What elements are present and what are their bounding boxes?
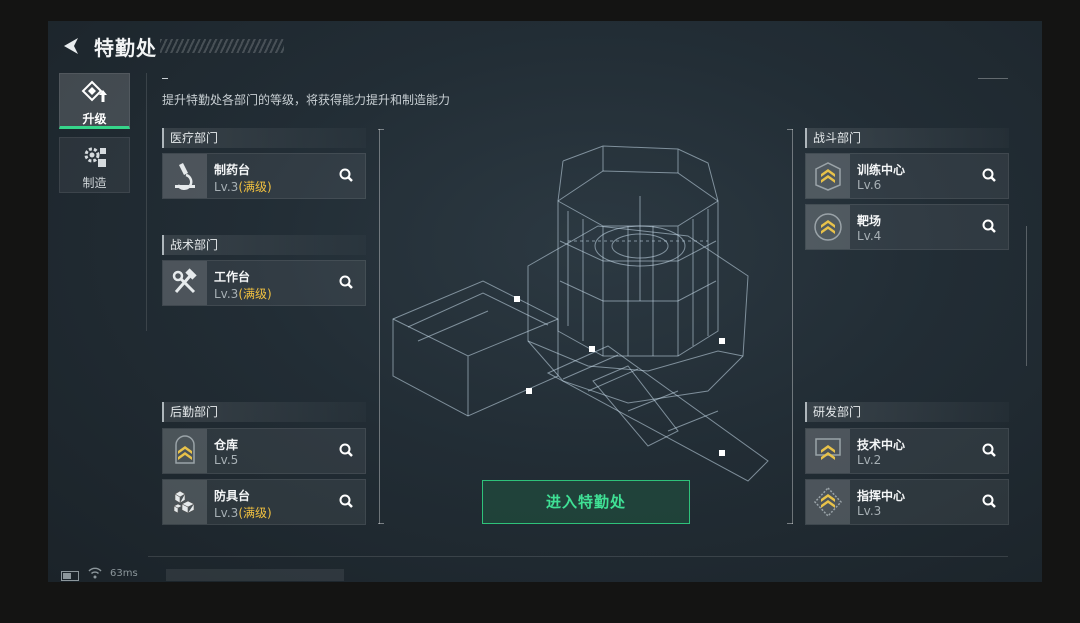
maxed-tag: (满级) <box>238 287 272 301</box>
facility-thumb <box>163 261 207 305</box>
search-icon[interactable] <box>980 492 1000 512</box>
nav-divider <box>146 73 147 331</box>
facility-wireframe-model <box>392 145 769 482</box>
facility-name: 仓库 <box>214 438 239 452</box>
chevron-rank-icon <box>814 213 842 241</box>
dept-header-research: 研发部门 <box>805 402 1009 422</box>
tab-upgrade[interactable]: 升级 <box>59 73 130 129</box>
game-screen: 特勤处 升级 制造 提升特勤处各部门的等级，将获得能力提升和制造能力 医疗部门 <box>48 21 1042 582</box>
search-icon[interactable] <box>980 166 1000 186</box>
search-icon[interactable] <box>337 166 357 186</box>
facility-thumb <box>806 429 850 473</box>
facility-thumb <box>806 480 850 524</box>
battery-icon <box>61 571 79 581</box>
page-title: 特勤处 <box>94 36 157 60</box>
level-value: Lv.4 <box>857 229 882 243</box>
hud-tick <box>787 523 793 524</box>
facility-level: Lv.6 <box>857 178 881 192</box>
facility-name: 防具台 <box>214 489 251 503</box>
facility-card-training-center[interactable]: 训练中心 Lv.6 <box>805 153 1009 199</box>
facility-card-warehouse[interactable]: 仓库 Lv.5 <box>162 428 366 474</box>
hud-tick <box>787 129 793 130</box>
level-value: Lv.5 <box>214 453 239 467</box>
cubes-icon <box>173 490 195 514</box>
facility-level: Lv.3(满级) <box>214 285 272 302</box>
microscope-icon <box>175 163 195 190</box>
level-value: Lv.3 <box>214 180 239 194</box>
facility-level: Lv.2 <box>857 453 881 467</box>
dept-header-medical: 医疗部门 <box>162 128 366 148</box>
gears-icon <box>84 147 106 167</box>
description-dash <box>162 78 168 79</box>
facility-card-shooting-range[interactable]: 靶场 Lv.4 <box>805 204 1009 250</box>
chevron-rank-icon <box>815 162 841 191</box>
facility-thumb <box>806 154 850 198</box>
facility-level: Lv.3(满级) <box>214 504 272 521</box>
level-value: Lv.3 <box>214 287 239 301</box>
status-bar-strip <box>166 569 344 581</box>
facility-name: 指挥中心 <box>857 489 906 503</box>
facility-thumb <box>163 154 207 198</box>
search-icon[interactable] <box>337 492 357 512</box>
level-value: Lv.3 <box>857 504 882 518</box>
facility-level: Lv.3 <box>857 504 881 518</box>
hud-bracket-right <box>792 129 793 524</box>
search-icon[interactable] <box>337 441 357 461</box>
facility-card-command-center[interactable]: 指挥中心 Lv.3 <box>805 479 1009 525</box>
level-value: Lv.2 <box>857 453 882 467</box>
facility-name: 工作台 <box>214 270 251 284</box>
maxed-tag: (满级) <box>238 506 272 520</box>
back-arrow-icon[interactable] <box>60 35 82 57</box>
hammer-wrench-icon <box>172 268 197 294</box>
hud-tick <box>378 129 384 130</box>
facility-thumb <box>163 480 207 524</box>
facility-card-workbench[interactable]: 工作台 Lv.3(满级) <box>162 260 366 306</box>
facility-card-pharmacy[interactable]: 制药台 Lv.3(满级) <box>162 153 366 199</box>
ping-indicator: 63ms <box>110 568 138 579</box>
search-icon[interactable] <box>980 217 1000 237</box>
title-decoration <box>160 39 284 53</box>
facility-name: 技术中心 <box>857 438 906 452</box>
wifi-icon <box>88 567 102 579</box>
hud-tick <box>378 523 384 524</box>
hud-tick <box>978 78 1008 79</box>
facility-level: Lv.4 <box>857 229 881 243</box>
enter-button[interactable]: 进入特勤处 <box>482 480 690 524</box>
chevron-rank-icon <box>815 438 841 460</box>
facility-thumb <box>163 429 207 473</box>
maxed-tag: (满级) <box>238 180 272 194</box>
dept-header-tactical: 战术部门 <box>162 235 366 255</box>
facility-level: Lv.5 <box>214 453 238 467</box>
facility-level: Lv.3(满级) <box>214 178 272 195</box>
level-value: Lv.3 <box>214 506 239 520</box>
facility-name: 训练中心 <box>857 163 906 177</box>
dept-header-combat: 战斗部门 <box>805 128 1009 148</box>
hud-baseline <box>148 556 1008 557</box>
tab-craft-label: 制造 <box>82 176 107 190</box>
search-icon[interactable] <box>980 441 1000 461</box>
facility-card-tech-center[interactable]: 技术中心 Lv.2 <box>805 428 1009 474</box>
description-text: 提升特勤处各部门的等级，将获得能力提升和制造能力 <box>162 93 451 107</box>
hud-bracket-left <box>379 129 380 524</box>
tab-upgrade-label: 升级 <box>82 112 107 126</box>
chevron-rank-icon <box>813 486 843 518</box>
facility-thumb <box>806 205 850 249</box>
search-icon[interactable] <box>337 273 357 293</box>
facility-name: 靶场 <box>857 214 882 228</box>
chevron-rank-icon <box>175 435 195 464</box>
level-value: Lv.6 <box>857 178 882 192</box>
dept-header-logistics: 后勤部门 <box>162 402 366 422</box>
facility-card-armor-bench[interactable]: 防具台 Lv.3(满级) <box>162 479 366 525</box>
upgrade-icon <box>81 80 107 102</box>
hud-scroll-line <box>1026 226 1027 366</box>
facility-name: 制药台 <box>214 163 251 177</box>
tab-craft[interactable]: 制造 <box>59 137 130 193</box>
